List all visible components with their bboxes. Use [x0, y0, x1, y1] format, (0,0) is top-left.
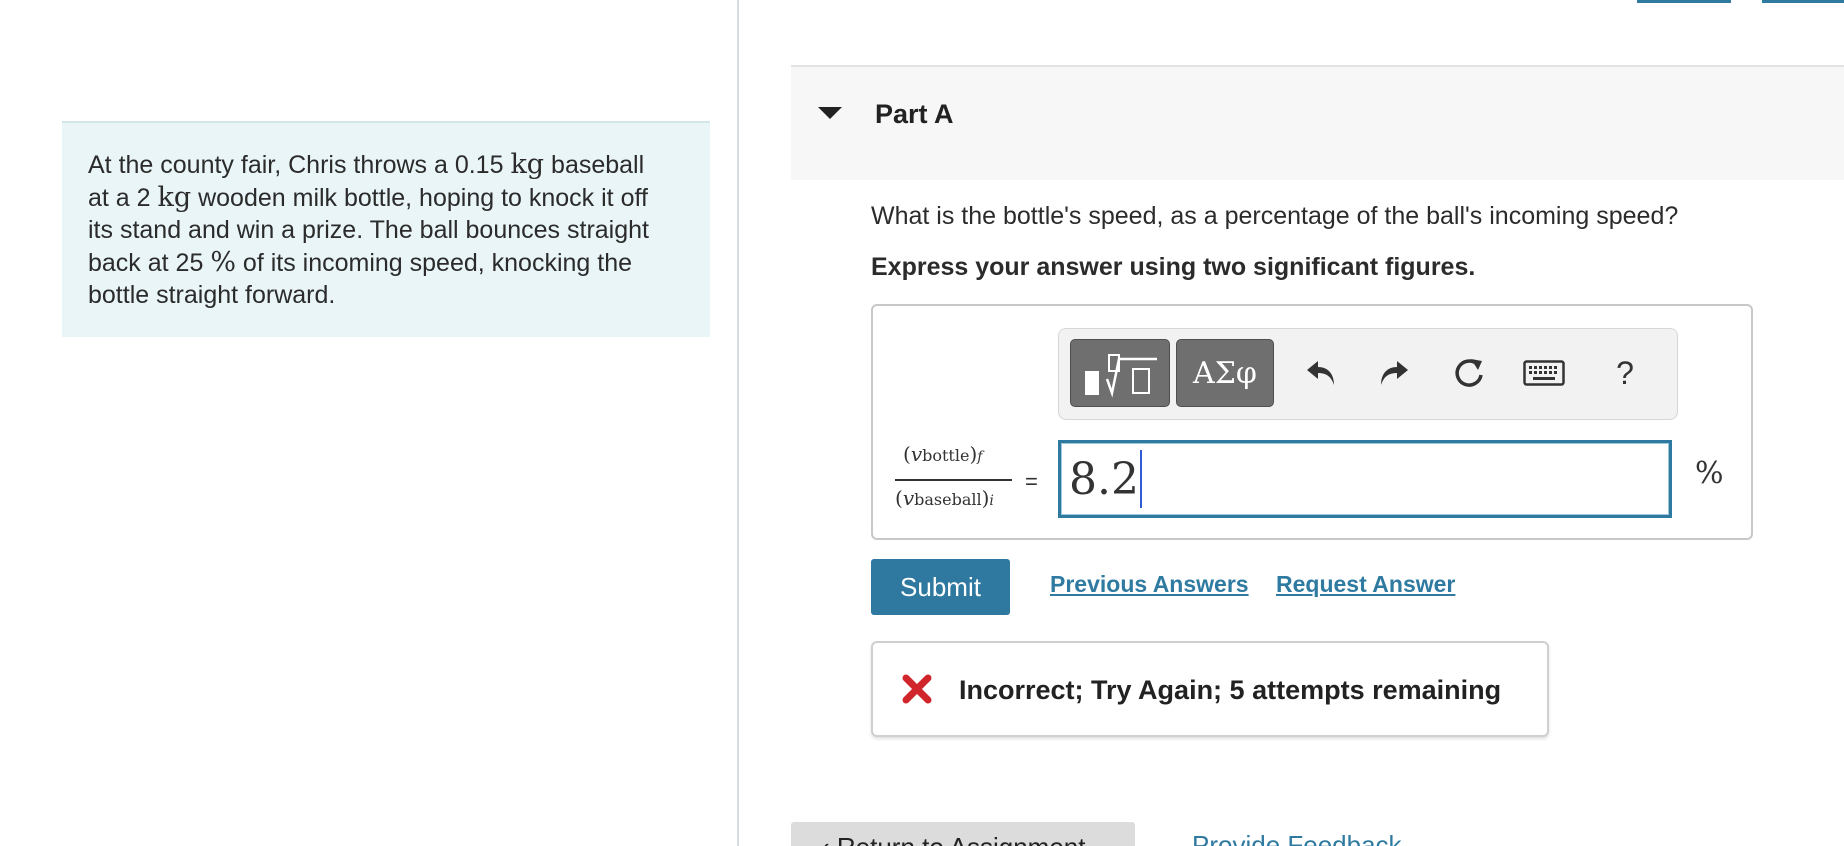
request-answer-link[interactable]: Request Answer: [1276, 571, 1455, 598]
problem-line-2: at a 2 kg wooden milk bottle, hoping to …: [88, 182, 684, 215]
provide-feedback-link[interactable]: Provide Feedback: [1192, 830, 1402, 846]
unit-kg: kg: [510, 149, 545, 180]
problem-line-5: bottle straight forward.: [88, 281, 336, 309]
templates-button[interactable]: [1070, 339, 1170, 407]
problem-text: baseball: [544, 151, 645, 179]
feedback-message: Incorrect; Try Again; 5 attempts remaini…: [871, 641, 1549, 737]
return-to-assignment-button[interactable]: ‹ Return to Assignment: [791, 822, 1135, 846]
subscript-bottle: bottle: [922, 446, 970, 465]
top-tab-indicator[interactable]: [1762, 0, 1844, 3]
undo-icon[interactable]: [1299, 351, 1343, 395]
problem-text: back at 25: [88, 248, 211, 277]
velocity-symbol: v: [902, 486, 915, 510]
part-title: Part A: [875, 99, 954, 129]
problem-text: wooden milk bottle, hoping to knock it o…: [191, 183, 648, 212]
problem-statement: At the county fair, Chris throws a 0.15 …: [62, 121, 710, 337]
velocity-symbol: v: [910, 442, 923, 466]
equation-fraction: (vbottle)f (vbaseball)i: [895, 438, 1015, 524]
problem-line-3: its stand and win a prize. The ball boun…: [88, 216, 649, 244]
submit-button[interactable]: Submit: [871, 559, 1010, 615]
problem-line-4: back at 25 % of its incoming speed, knoc…: [88, 247, 684, 280]
answer-value: 8.2: [1069, 453, 1139, 505]
unit-kg: kg: [157, 181, 192, 213]
fraction-denominator: (vbaseball)i: [895, 486, 994, 510]
previous-answers-link[interactable]: Previous Answers: [1050, 571, 1249, 598]
collapse-caret-icon[interactable]: [818, 107, 842, 119]
subscript-initial: i: [989, 493, 994, 509]
question-text: What is the bottle's speed, as a percent…: [871, 202, 1679, 230]
problem-text: of its incoming speed, knocking the: [235, 248, 633, 277]
reset-icon[interactable]: [1447, 351, 1491, 395]
unit-label: %: [1695, 456, 1724, 491]
subscript-final: f: [977, 449, 983, 465]
problem-text: At the county fair, Chris throws a 0.15: [88, 151, 511, 179]
text-cursor: [1139, 450, 1142, 508]
pane-divider[interactable]: [737, 0, 739, 846]
greek-symbols-button[interactable]: ΑΣφ: [1176, 339, 1274, 407]
feedback-text: Incorrect; Try Again; 5 attempts remaini…: [959, 675, 1502, 705]
chevron-left-icon: ‹: [821, 832, 837, 846]
subscript-baseball: baseball: [914, 490, 982, 509]
redo-icon[interactable]: [1372, 351, 1416, 395]
help-button[interactable]: ?: [1603, 351, 1647, 395]
incorrect-x-icon: [902, 674, 932, 704]
template-icon: [1085, 354, 1157, 398]
problem-line-1: At the county fair, Chris throws a 0.15 …: [88, 149, 684, 182]
math-toolbar: ΑΣφ ?: [1058, 328, 1678, 420]
fraction-bar: [895, 479, 1012, 481]
return-label: Return to Assignment: [837, 832, 1086, 846]
part-a-header[interactable]: Part A: [791, 65, 1844, 180]
top-tab-indicator[interactable]: [1637, 0, 1731, 3]
answer-input[interactable]: 8.2: [1058, 440, 1672, 518]
problem-pane: At the county fair, Chris throws a 0.15 …: [0, 0, 737, 846]
keyboard-icon[interactable]: [1522, 351, 1566, 395]
problem-text: at a 2: [88, 183, 158, 212]
percent-symbol: %: [210, 246, 236, 278]
answer-area: ΑΣφ ? (vbottle)f (vbaseball)i = 8.2 %: [871, 304, 1753, 540]
equals-sign: =: [1025, 469, 1038, 494]
instruction-text: Express your answer using two significan…: [871, 253, 1476, 281]
fraction-numerator: (vbottle)f: [903, 442, 983, 466]
